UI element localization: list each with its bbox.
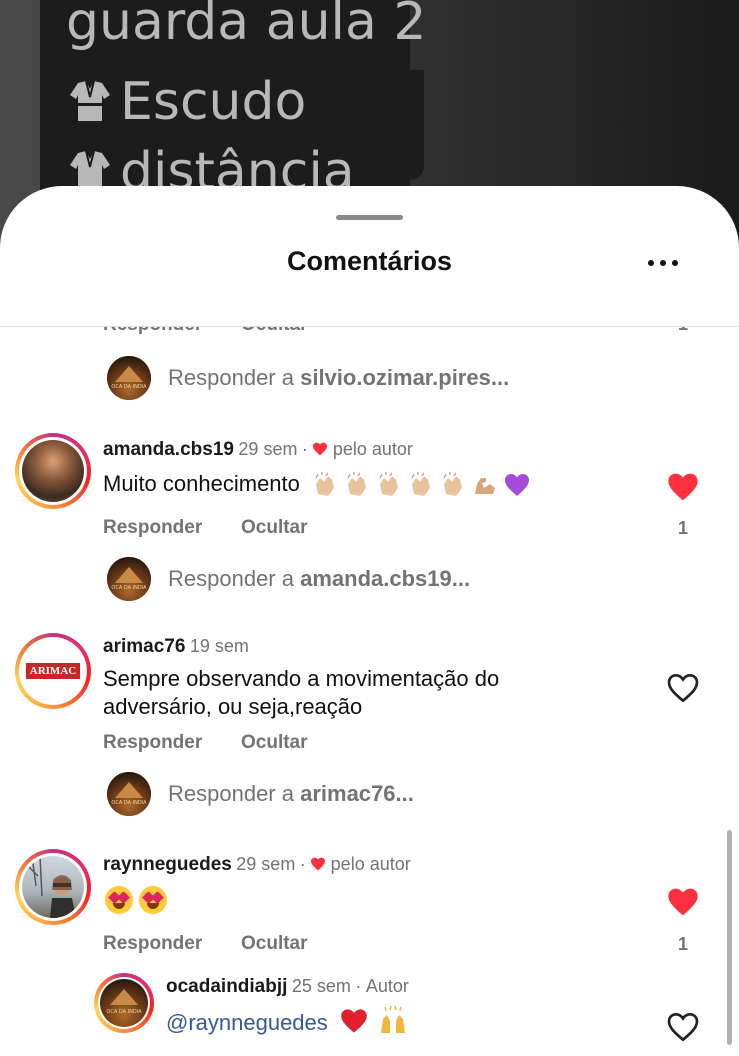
reply-to-prompt[interactable]: Responder a arimac76...: [168, 781, 414, 807]
comment-time: 19 sem: [189, 636, 249, 656]
gi-icon: [70, 80, 110, 121]
reply-text: @raynneguedes: [166, 1005, 408, 1037]
avatar: OCA DA INDIA: [107, 356, 151, 400]
video-text-line: guarda aula 2: [66, 0, 427, 52]
liked-by-author-label: pelo autor: [330, 854, 411, 874]
avatar[interactable]: [15, 849, 91, 925]
comment-time: 29 sem: [238, 439, 298, 459]
avatar[interactable]: ARIMAC: [15, 633, 91, 709]
flexed-bicep-icon: [475, 478, 496, 495]
comment-time: 29 sem: [236, 854, 296, 874]
scrollbar[interactable]: [727, 830, 732, 1045]
like-count: 1: [678, 327, 688, 335]
video-text-line: Escudo: [66, 72, 306, 132]
video-text-panel-edge: [384, 70, 424, 180]
author-badge: Autor: [365, 976, 409, 996]
avatar[interactable]: [15, 433, 91, 509]
like-heart-icon[interactable]: [667, 1012, 699, 1042]
author-heart-icon: [311, 857, 326, 871]
avatar[interactable]: OCA DA INDIA: [94, 973, 154, 1033]
separator: ·: [301, 439, 308, 459]
comment-text: Muito conhecimento: [103, 470, 536, 498]
liked-by-author-label: pelo autor: [332, 439, 413, 459]
hide-button[interactable]: Ocultar: [241, 517, 308, 539]
clapping-emoji-icons: [312, 471, 536, 497]
drag-handle[interactable]: [336, 215, 403, 220]
clap-icon: [411, 472, 431, 497]
video-text: Escudo: [120, 72, 307, 132]
avatar: OCA DA INDIA: [107, 772, 151, 816]
reply-button[interactable]: Responder: [103, 517, 202, 539]
dot: [648, 260, 654, 266]
clap-icon: [315, 472, 335, 497]
reply-button[interactable]: Responder: [103, 933, 202, 955]
reply-to-prompt[interactable]: Responder a amanda.cbs19...: [168, 566, 470, 592]
raising-hands-icon: [381, 1005, 406, 1033]
avatar: OCA DA INDIA: [107, 557, 151, 601]
comment-username[interactable]: raynneguedes: [103, 854, 232, 875]
reply-time: 25 sem: [291, 976, 351, 996]
like-heart-icon[interactable]: [667, 887, 699, 917]
dot: [660, 260, 666, 266]
like-heart-icon[interactable]: [667, 673, 699, 703]
reply-username[interactable]: ocadaindiabjj: [166, 976, 287, 997]
avatar-photo: [27, 856, 76, 918]
hide-button[interactable]: Ocultar: [241, 732, 308, 754]
hide-button[interactable]: Ocultar: [241, 933, 308, 955]
purple-heart-icon: [505, 474, 530, 497]
dot: [672, 260, 678, 266]
more-options-button[interactable]: [638, 248, 688, 278]
comment-text: [105, 886, 173, 914]
comment-username[interactable]: arimac76: [103, 636, 185, 657]
red-heart-icon: [341, 1009, 367, 1033]
reply-button[interactable]: Responder: [103, 732, 202, 754]
heart-eyes-emoji-icon: [139, 886, 167, 914]
author-heart-icon: [313, 442, 328, 456]
separator: ·: [299, 854, 306, 874]
separator: ·: [355, 976, 362, 996]
like-count: 1: [678, 934, 689, 954]
comment-username[interactable]: amanda.cbs19: [103, 439, 234, 460]
comment-text: Sempre observando a movimentação do adve…: [103, 666, 500, 719]
like-heart-icon[interactable]: [667, 472, 699, 502]
clap-icon: [379, 472, 399, 497]
clap-icon: [443, 472, 463, 497]
like-count: 1: [678, 518, 689, 538]
comments-sheet: Comentários Responder Ocultar 1 OCA DA I…: [0, 186, 739, 1056]
hide-button[interactable]: Ocultar: [241, 327, 308, 336]
heart-eyes-emoji-icon: [105, 886, 133, 914]
reply-button[interactable]: Responder: [103, 327, 202, 336]
mention-link[interactable]: @raynneguedes: [166, 1010, 328, 1035]
comments-list[interactable]: Responder Ocultar 1 OCA DA INDIA Respond…: [0, 327, 739, 1056]
sheet-title: Comentários: [286, 246, 453, 276]
reply-to-prompt[interactable]: Responder a silvio.ozimar.pires...: [168, 365, 509, 391]
arimac-logo: ARIMAC: [25, 663, 81, 679]
clap-icon: [347, 472, 367, 497]
